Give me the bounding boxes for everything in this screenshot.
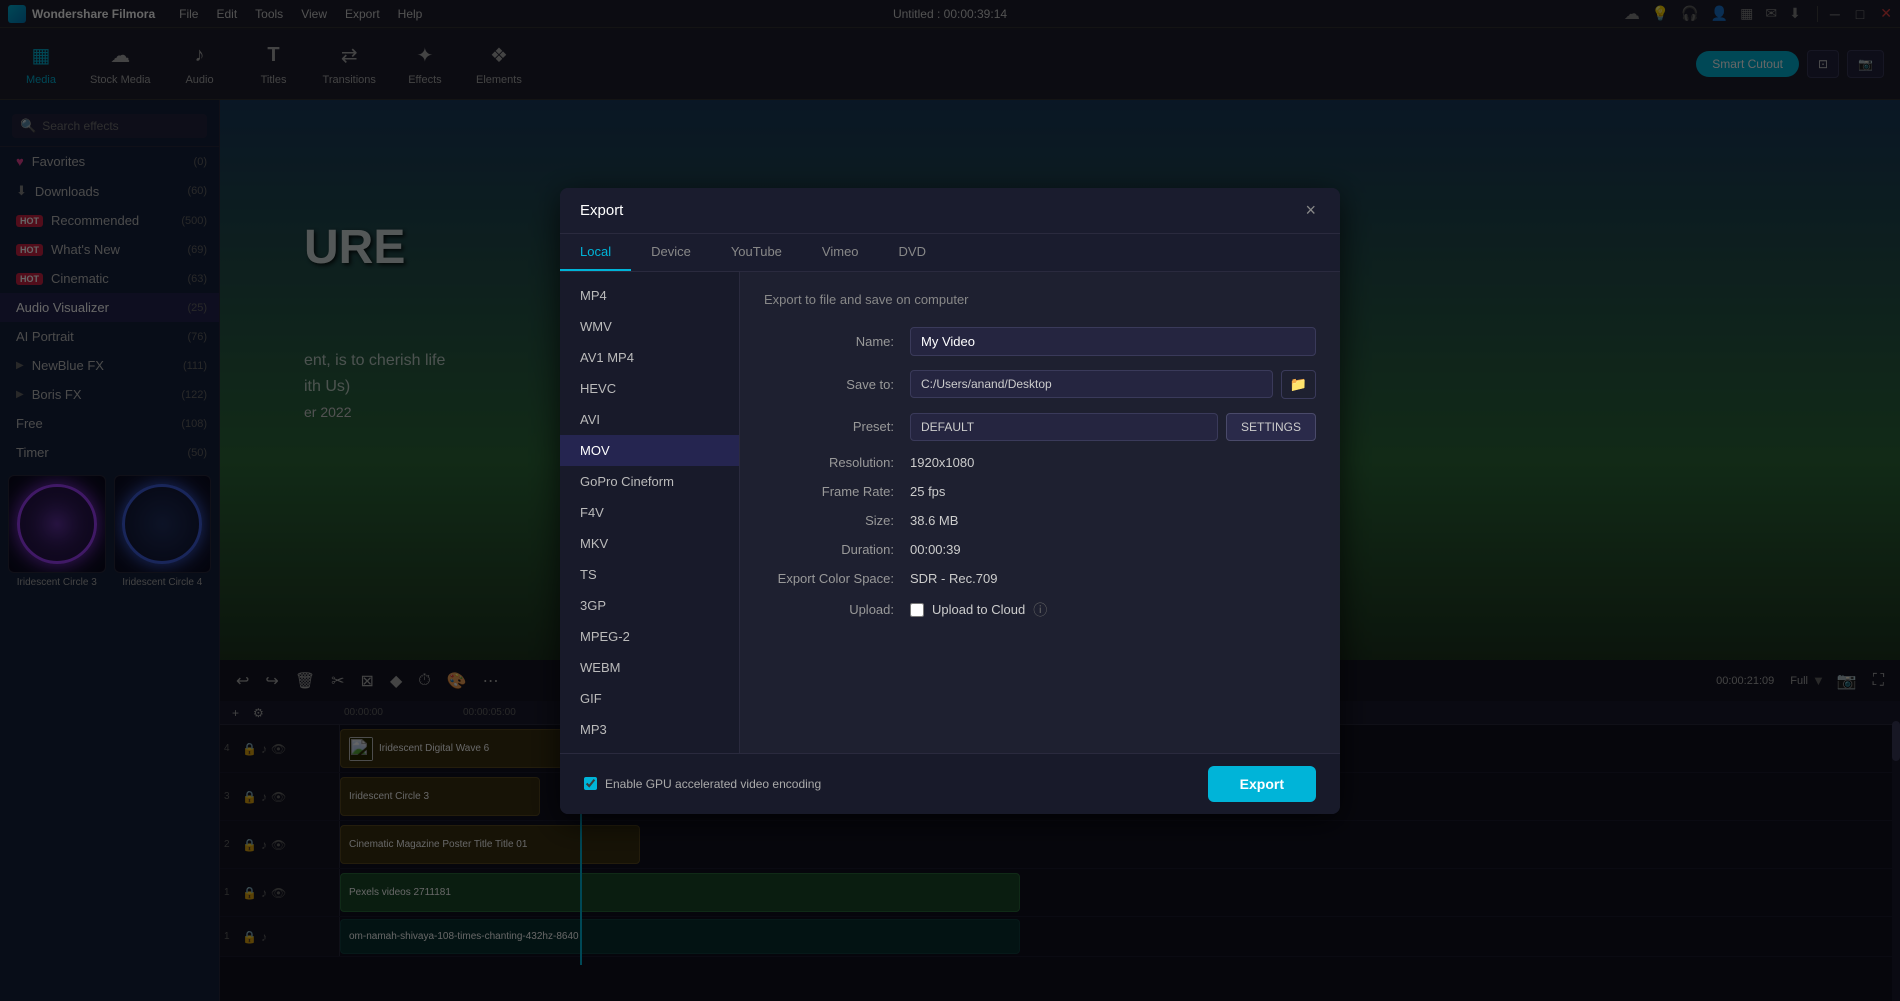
format-avi[interactable]: AVI	[560, 404, 739, 435]
duration-row: Duration: 00:00:39	[764, 542, 1316, 557]
upload-cloud-label[interactable]: Upload to Cloud	[932, 602, 1025, 617]
export-modal-overlay: Export × Local Device YouTube Vimeo DVD …	[0, 0, 1900, 1001]
format-list: MP4 WMV AV1 MP4 HEVC AVI MOV GoPro Cinef…	[560, 272, 740, 753]
settings-button[interactable]: SETTINGS	[1226, 413, 1316, 441]
format-av1mp4[interactable]: AV1 MP4	[560, 342, 739, 373]
export-description: Export to file and save on computer	[764, 292, 1316, 307]
modal-tabs: Local Device YouTube Vimeo DVD	[560, 234, 1340, 272]
settings-grid: Name: Save to: 📁 Preset:	[764, 327, 1316, 620]
save-to-input[interactable]	[910, 370, 1273, 398]
format-3gp[interactable]: 3GP	[560, 590, 739, 621]
modal-close-btn[interactable]: ×	[1301, 200, 1320, 221]
tab-dvd[interactable]: DVD	[879, 234, 946, 271]
resolution-value: 1920x1080	[910, 455, 974, 470]
save-to-row: Save to: 📁	[764, 370, 1316, 399]
frame-rate-value: 25 fps	[910, 484, 945, 499]
upload-label: Upload:	[764, 602, 894, 617]
gpu-label[interactable]: Enable GPU accelerated video encoding	[605, 777, 821, 791]
format-ts[interactable]: TS	[560, 559, 739, 590]
size-label: Size:	[764, 513, 894, 528]
size-value: 38.6 MB	[910, 513, 958, 528]
format-webm[interactable]: WEBM	[560, 652, 739, 683]
modal-footer: Enable GPU accelerated video encoding Ex…	[560, 753, 1340, 814]
export-button[interactable]: Export	[1208, 766, 1316, 802]
duration-value: 00:00:39	[910, 542, 961, 557]
upload-cloud-checkbox[interactable]	[910, 603, 924, 617]
size-row: Size: 38.6 MB	[764, 513, 1316, 528]
duration-label: Duration:	[764, 542, 894, 557]
modal-title: Export	[580, 202, 623, 219]
name-row: Name:	[764, 327, 1316, 356]
color-space-value: SDR - Rec.709	[910, 571, 997, 586]
format-mp4[interactable]: MP4	[560, 280, 739, 311]
upload-info-icon[interactable]: ⓘ	[1033, 600, 1047, 620]
preset-label: Preset:	[764, 419, 894, 434]
tab-youtube[interactable]: YouTube	[711, 234, 802, 271]
resolution-row: Resolution: 1920x1080	[764, 455, 1316, 470]
format-f4v[interactable]: F4V	[560, 497, 739, 528]
tab-local[interactable]: Local	[560, 234, 631, 271]
frame-rate-row: Frame Rate: 25 fps	[764, 484, 1316, 499]
tab-vimeo[interactable]: Vimeo	[802, 234, 879, 271]
format-mpeg2[interactable]: MPEG-2	[560, 621, 739, 652]
modal-header: Export ×	[560, 188, 1340, 234]
upload-checkbox-row: Upload to Cloud ⓘ	[910, 600, 1047, 620]
format-gif[interactable]: GIF	[560, 683, 739, 714]
gpu-checkbox[interactable]	[584, 777, 597, 790]
upload-row: Upload: Upload to Cloud ⓘ	[764, 600, 1316, 620]
frame-rate-label: Frame Rate:	[764, 484, 894, 499]
name-input[interactable]	[910, 327, 1316, 356]
export-modal: Export × Local Device YouTube Vimeo DVD …	[560, 188, 1340, 814]
format-hevc[interactable]: HEVC	[560, 373, 739, 404]
name-label: Name:	[764, 334, 894, 349]
tab-device[interactable]: Device	[631, 234, 711, 271]
color-space-row: Export Color Space: SDR - Rec.709	[764, 571, 1316, 586]
gpu-checkbox-row: Enable GPU accelerated video encoding	[584, 777, 821, 791]
preset-row: Preset: DEFAULT SETTINGS	[764, 413, 1316, 441]
browse-btn[interactable]: 📁	[1281, 370, 1316, 399]
resolution-label: Resolution:	[764, 455, 894, 470]
format-mov[interactable]: MOV	[560, 435, 739, 466]
save-to-path-row: 📁	[910, 370, 1316, 399]
preset-select[interactable]: DEFAULT	[910, 413, 1218, 441]
format-wmv[interactable]: WMV	[560, 311, 739, 342]
color-space-label: Export Color Space:	[764, 571, 894, 586]
modal-body: MP4 WMV AV1 MP4 HEVC AVI MOV GoPro Cinef…	[560, 272, 1340, 753]
export-settings: Export to file and save on computer Name…	[740, 272, 1340, 753]
format-mkv[interactable]: MKV	[560, 528, 739, 559]
format-gopro[interactable]: GoPro Cineform	[560, 466, 739, 497]
preset-select-wrapper: DEFAULT SETTINGS	[910, 413, 1316, 441]
save-to-label: Save to:	[764, 377, 894, 392]
format-mp3[interactable]: MP3	[560, 714, 739, 745]
